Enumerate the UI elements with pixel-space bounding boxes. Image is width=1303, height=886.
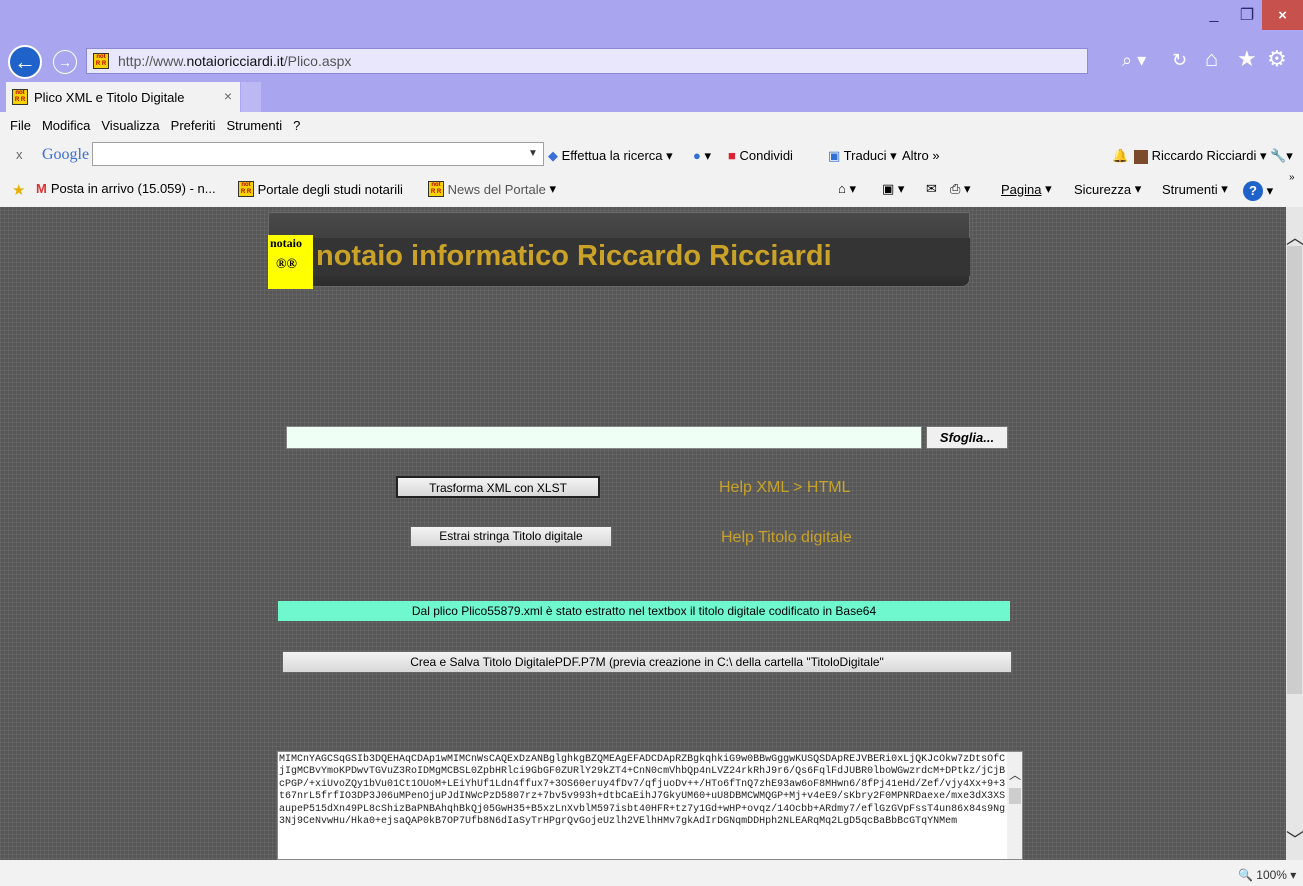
user-account-button[interactable]: Riccardo Ricciardi ▾ 🔧▾ bbox=[1134, 148, 1293, 164]
search-dropdown-icon[interactable]: ⌕ ▾ bbox=[1122, 50, 1146, 71]
menu-modifica[interactable]: Modifica bbox=[42, 118, 90, 133]
maximize-button[interactable]: ❐ bbox=[1232, 0, 1262, 30]
tab-close-icon[interactable]: × bbox=[224, 88, 232, 104]
tab-label: Plico XML e Titolo Digitale bbox=[34, 89, 185, 105]
menu-strumenti[interactable]: Strumenti bbox=[226, 118, 282, 133]
navigation-bar: ← → not R R http://www.notaioricciardi.it… bbox=[0, 36, 1303, 82]
help-xml-link[interactable]: Help XML > HTML bbox=[719, 479, 850, 497]
favorite-portal[interactable]: not R R Portale degli studi notarili bbox=[238, 181, 403, 197]
home-icon[interactable]: ⌂ bbox=[1205, 46, 1218, 72]
page-menu[interactable]: Pagina ▾ bbox=[1001, 181, 1052, 197]
translate-icon: ▣ bbox=[828, 148, 844, 163]
favorite-news[interactable]: not R R News del Portale ▾ bbox=[428, 181, 556, 197]
menu-help[interactable]: ? bbox=[293, 118, 300, 133]
news-favicon-icon: not R R bbox=[428, 181, 444, 197]
rss-feed-icon[interactable]: ▣ ▾ bbox=[882, 181, 904, 197]
chevron-more-icon[interactable]: » bbox=[1289, 172, 1295, 183]
browse-button[interactable]: Sfoglia... bbox=[926, 426, 1008, 449]
transform-xml-button[interactable]: Trasforma XML con XLST bbox=[396, 476, 600, 498]
more-button[interactable]: Altro » bbox=[902, 148, 940, 163]
menu-file[interactable]: File bbox=[10, 118, 31, 133]
share-button[interactable]: ■ Condividi bbox=[728, 148, 793, 163]
tab-plico[interactable]: not R R Plico XML e Titolo Digitale × bbox=[6, 82, 240, 112]
security-menu[interactable]: Sicurezza ▾ bbox=[1074, 181, 1141, 197]
menu-visualizza[interactable]: Visualizza bbox=[101, 118, 159, 133]
create-save-button[interactable]: Crea e Salva Titolo DigitalePDF.P7M (pre… bbox=[282, 651, 1012, 673]
translate-button[interactable]: ▣ Traduci ▾ bbox=[828, 148, 897, 164]
home-page-icon[interactable]: ⌂ ▾ bbox=[838, 181, 856, 197]
bookmark-icon[interactable]: ● ▾ bbox=[693, 148, 711, 164]
extract-titolo-button[interactable]: Estrai stringa Titolo digitale bbox=[410, 526, 612, 547]
google-search-input[interactable] bbox=[92, 142, 544, 166]
favorites-star-icon[interactable]: ★ bbox=[1237, 46, 1257, 72]
favorite-gmail[interactable]: M Posta in arrivo (15.059) - n... bbox=[36, 181, 216, 196]
favorites-bar: ★ M Posta in arrivo (15.059) - n... not R … bbox=[0, 172, 1303, 202]
google-toolbar: x Google ▼ ◆ Effettua la ricerca ▾ ● ▾ ■… bbox=[0, 138, 1303, 172]
close-window-button[interactable]: × bbox=[1262, 0, 1303, 30]
status-message: Dal plico Plico55879.xml è stato estratt… bbox=[278, 601, 1010, 621]
print-icon[interactable]: ⎙ ▾ bbox=[950, 181, 971, 197]
textbox-scroll-thumb[interactable] bbox=[1009, 788, 1021, 804]
minimize-button[interactable]: _ bbox=[1196, 0, 1232, 30]
add-favorite-icon[interactable]: ★ bbox=[12, 181, 25, 199]
menu-preferiti[interactable]: Preferiti bbox=[171, 118, 216, 133]
tools-menu[interactable]: Strumenti ▾ bbox=[1162, 181, 1228, 197]
google-logo: Google bbox=[42, 146, 90, 163]
back-button[interactable]: ← bbox=[8, 45, 42, 79]
portal-favicon-icon: not R R bbox=[238, 181, 254, 197]
chevron-down-icon[interactable]: ▼ bbox=[528, 148, 538, 159]
help-titolo-link[interactable]: Help Titolo digitale bbox=[721, 529, 852, 547]
search-button[interactable]: ◆ Effettua la ricerca ▾ bbox=[548, 148, 673, 164]
scrollbar-thumb[interactable] bbox=[1287, 246, 1302, 694]
title-bar: _ ❐ × bbox=[0, 0, 1303, 36]
zoom-level[interactable]: 🔍 100% ▾ bbox=[1238, 868, 1296, 882]
wrench-icon: 🔧▾ bbox=[1270, 148, 1293, 163]
refresh-icon[interactable]: ↻ bbox=[1172, 50, 1187, 71]
scroll-up-icon[interactable]: ︿ bbox=[1286, 224, 1303, 248]
logo-text-top: notaio bbox=[270, 236, 303, 250]
base64-textbox[interactable]: MIMCnYAGCSqGSIb3DQEHAqCDAp1wMIMCnWsCAQEx… bbox=[277, 751, 1023, 860]
base64-text[interactable]: MIMCnYAGCSqGSIb3DQEHAqCDAp1wMIMCnWsCAQEx… bbox=[279, 754, 1007, 828]
site-favicon-icon: not R R bbox=[93, 53, 109, 69]
gmail-icon: M bbox=[36, 181, 47, 196]
mail-icon[interactable]: ✉ bbox=[926, 181, 937, 197]
tab-bar: not R R Plico XML e Titolo Digitale × bbox=[0, 82, 1303, 112]
address-bar[interactable]: not R R http://www.notaioricciardi.it/Pli… bbox=[86, 48, 1088, 74]
scroll-down-icon[interactable]: ﹀ bbox=[1286, 826, 1303, 850]
menu-bar: File Modifica Visualizza Preferiti Strum… bbox=[0, 114, 1303, 136]
logo-text-bottom: ®® bbox=[276, 257, 297, 272]
share-icon: ■ bbox=[728, 148, 740, 163]
help-icon[interactable]: ? ▾ bbox=[1243, 181, 1273, 201]
avatar bbox=[1134, 149, 1148, 164]
new-tab-button[interactable] bbox=[241, 82, 261, 112]
gear-icon[interactable]: ⚙ bbox=[1267, 46, 1287, 72]
browser-status-bar bbox=[0, 860, 1303, 886]
search-icon: ◆ bbox=[548, 148, 562, 163]
tab-favicon-icon: not R R bbox=[12, 89, 28, 105]
textbox-scroll-up-icon[interactable]: ︿ bbox=[1007, 766, 1022, 783]
toolbar-close-icon[interactable]: x bbox=[16, 147, 23, 162]
file-path-input[interactable] bbox=[286, 426, 922, 449]
forward-button[interactable]: → bbox=[53, 50, 77, 74]
url-text[interactable]: http://www.notaioricciardi.it/Plico.aspx bbox=[118, 53, 351, 69]
page-title: notaio informatico Riccardo Ricciardi bbox=[316, 240, 832, 272]
bell-icon[interactable]: 🔔 bbox=[1112, 148, 1128, 164]
